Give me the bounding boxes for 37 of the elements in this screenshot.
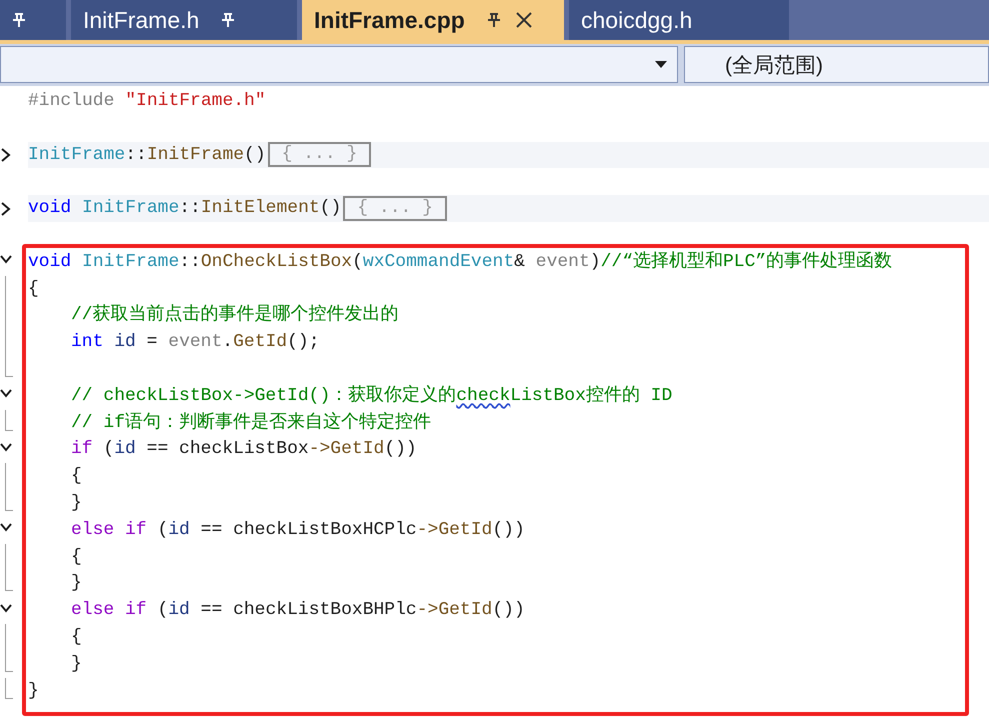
member-dropdown[interactable]: (全局范围): [684, 46, 989, 83]
fold-chevron-icon: [0, 522, 12, 532]
code-line: {: [28, 278, 39, 301]
fold-chevron-icon: [0, 442, 12, 452]
code-line: // checkListBox->GetId()：获取你定义的checkListBox控件的 ID: [71, 384, 672, 408]
folded-code-line: InitFrame::InitFrame(): [28, 144, 266, 167]
folded-code-line: void InitFrame::InitElement(): [28, 197, 342, 220]
code-line: }: [71, 652, 82, 676]
code-line: if (id == checkListBox->GetId()): [71, 438, 417, 462]
fold-chevron-icon: [0, 388, 12, 398]
code-line: {: [71, 626, 82, 649]
tab[interactable]: choicdgg.h: [569, 0, 789, 40]
code-line: else if (id == checkListBoxHCPlc->GetId()): [71, 518, 525, 542]
tab[interactable]: [0, 0, 66, 40]
code-line: }: [71, 572, 82, 596]
code-line: {: [71, 465, 82, 488]
code-line: #include "InitFrame.h": [28, 90, 266, 113]
fold-chevron-icon: [0, 202, 12, 216]
fold-chevron-icon: [0, 254, 12, 264]
tab[interactable]: InitFrame.cpp: [302, 0, 564, 40]
code-line: }: [28, 680, 39, 703]
code-line: {: [71, 546, 82, 569]
tab[interactable]: InitFrame.h: [71, 0, 297, 40]
spelling-squiggle: check: [456, 386, 510, 406]
code-line: void InitFrame::OnCheckListBox(wxCommandEvent& event)//“选择机型和PLC”的事件处理函数: [28, 250, 892, 274]
code-line: else if (id == checkListBoxBHPlc->GetId()): [71, 599, 525, 622]
code-line: //获取当前点击的事件是哪个控件发出的: [71, 303, 399, 328]
scope-dropdown[interactable]: [0, 46, 678, 83]
close-icon[interactable]: [514, 11, 533, 29]
code-line: }: [71, 492, 82, 515]
caret-icon: [655, 61, 667, 68]
fold-guide-line: [5, 678, 13, 699]
fold-chevron-icon: [0, 602, 12, 613]
fold-guide-line: [5, 410, 13, 431]
fold-chevron-icon: [0, 148, 12, 162]
code-line: int id = event.GetId();: [71, 331, 320, 354]
code-line: // if语句：判断事件是否来自这个特定控件: [71, 410, 432, 435]
